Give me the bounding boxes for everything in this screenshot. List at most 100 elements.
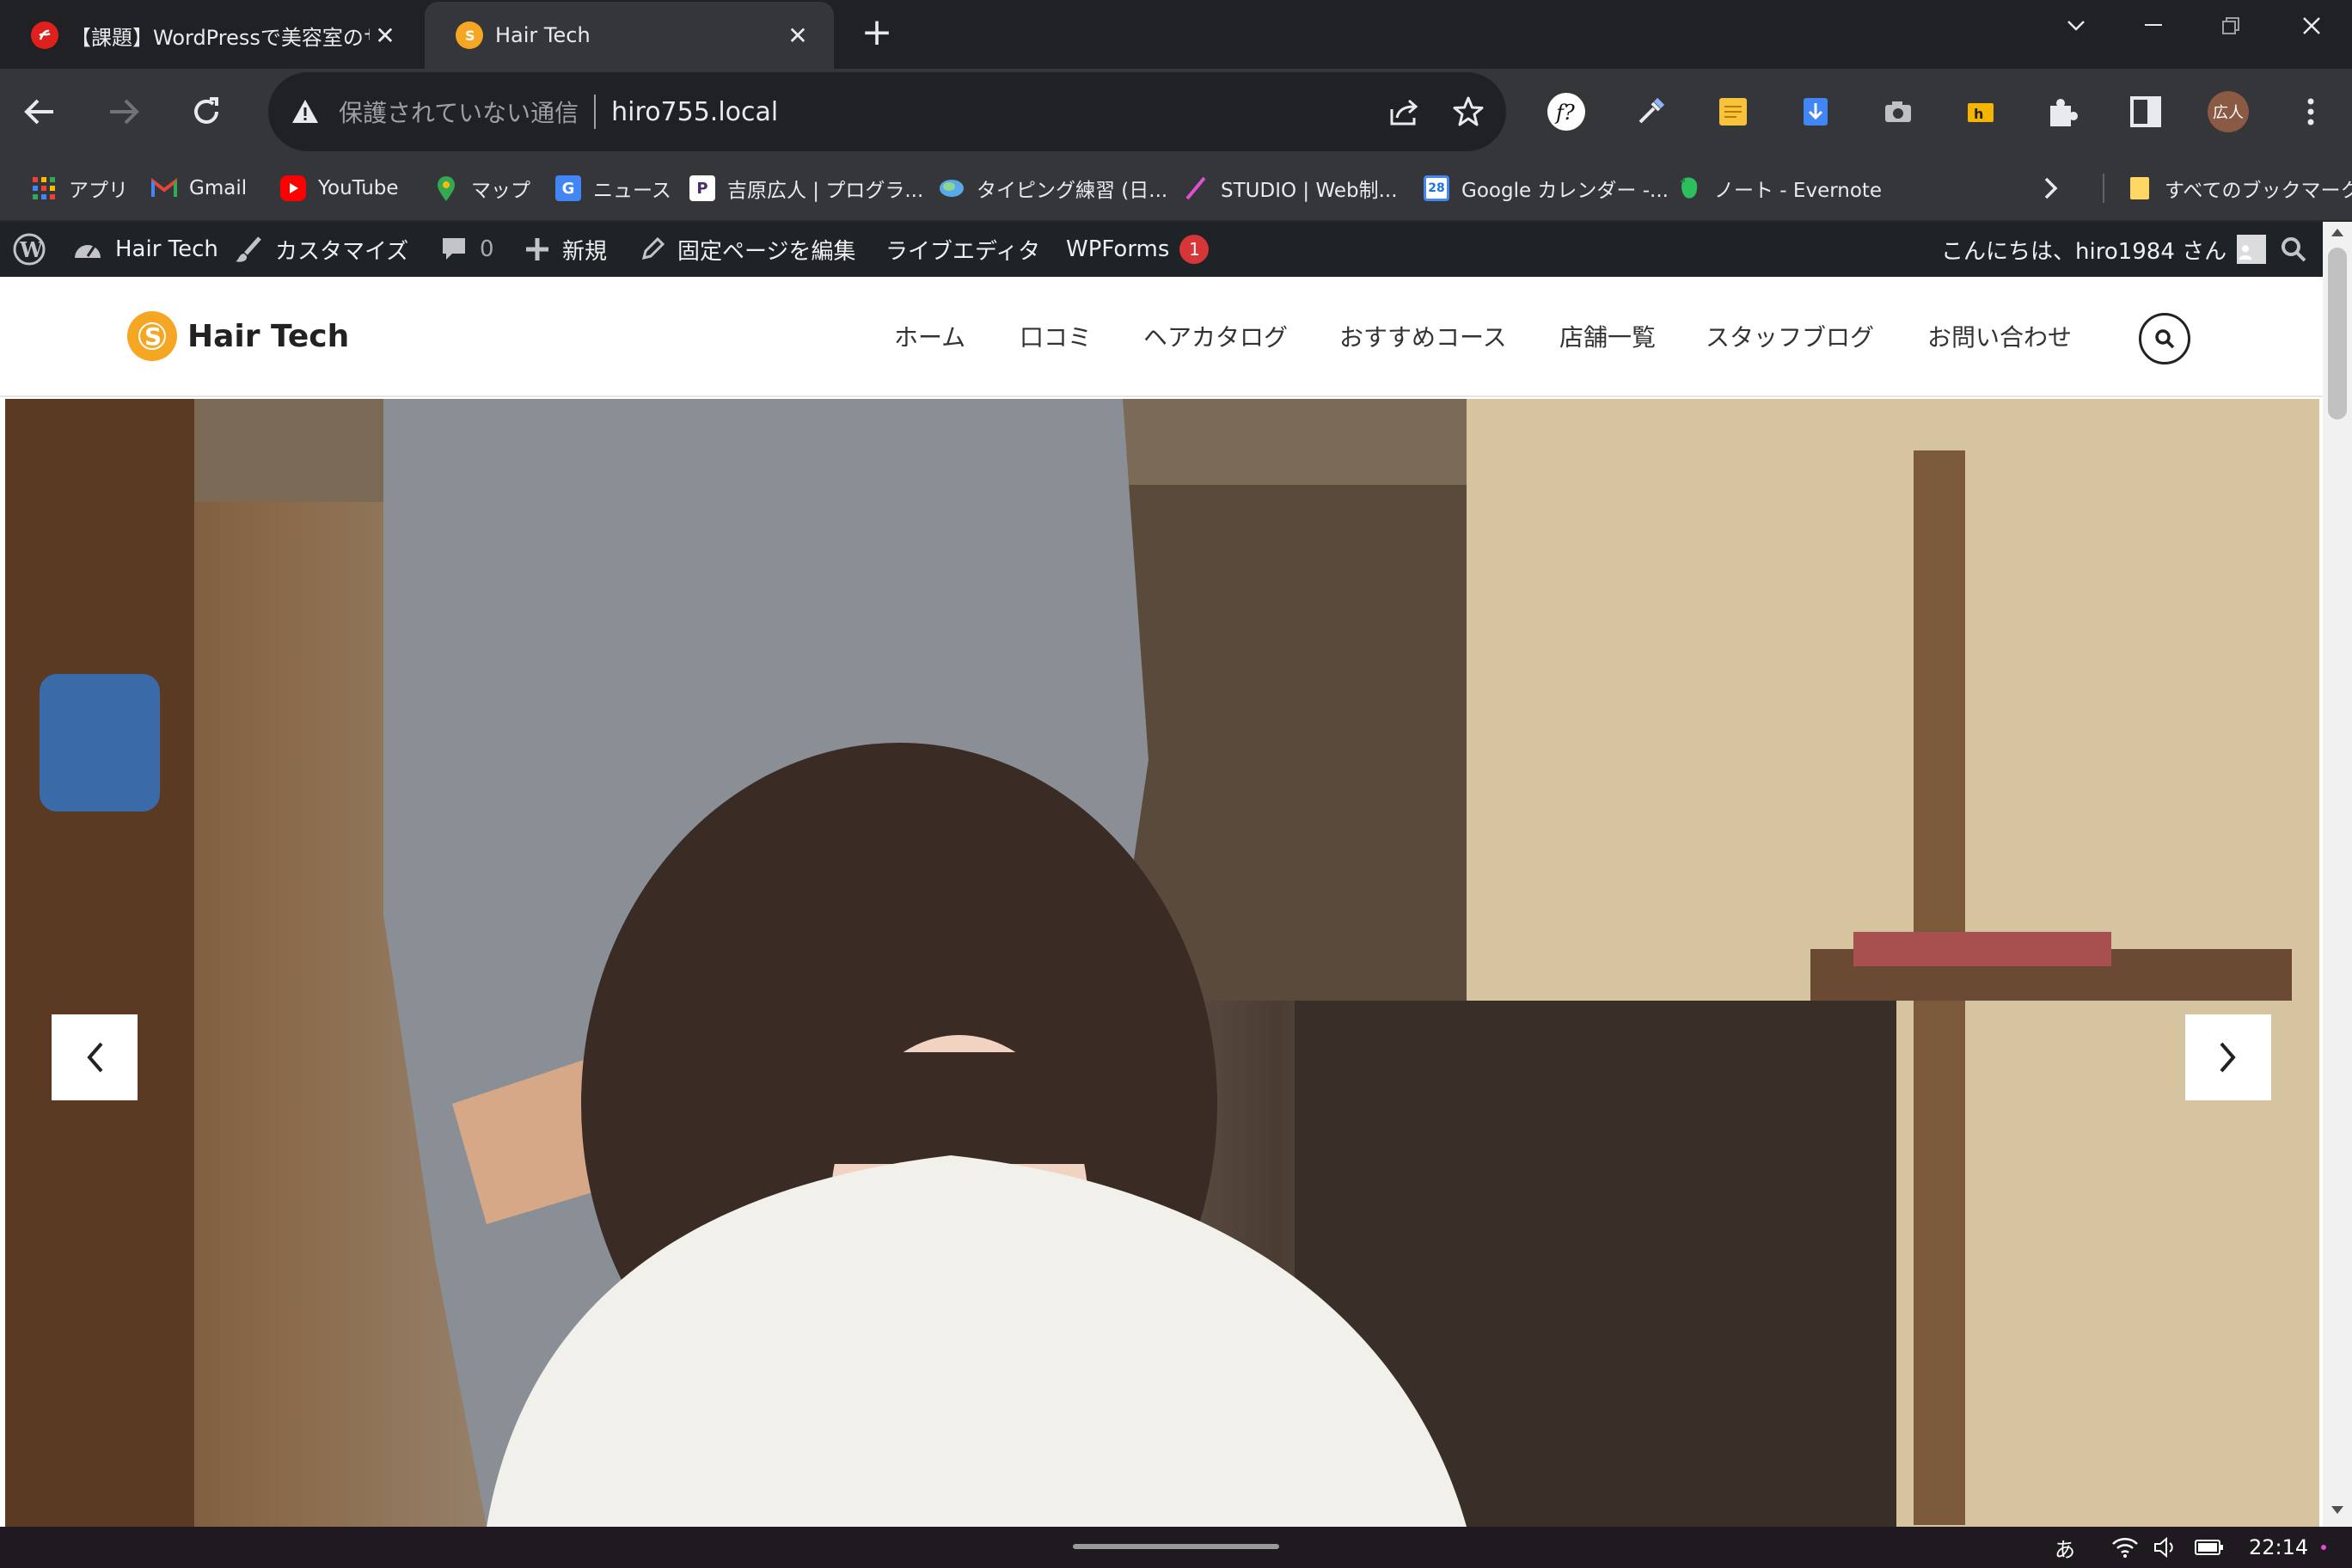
- warning-icon[interactable]: [291, 97, 320, 126]
- wordpress-logo-icon[interactable]: W: [12, 222, 58, 277]
- bookmark-typing[interactable]: タイピング練習 (日...: [939, 170, 1167, 206]
- hero-image: [5, 399, 2319, 1527]
- eyedropper-icon[interactable]: [1628, 89, 1673, 134]
- bookmark-youtube[interactable]: YouTube: [280, 170, 399, 206]
- scroll-up-arrow-icon[interactable]: [2331, 229, 2343, 236]
- arrow-left-icon: [24, 99, 53, 125]
- nav-contact[interactable]: お問い合わせ: [1927, 311, 2072, 361]
- battery-icon[interactable]: [2194, 1527, 2225, 1568]
- hero-slider: [5, 399, 2319, 1527]
- admin-live-editor-label: ライブエディタ: [885, 238, 1041, 265]
- notes-extension-icon[interactable]: [1711, 89, 1755, 134]
- url-text[interactable]: hiro755.local: [611, 97, 1379, 127]
- admin-site-name-label: Hair Tech: [115, 236, 218, 262]
- close-icon[interactable]: ✕: [782, 20, 813, 51]
- notification-dot-icon[interactable]: [2321, 1527, 2326, 1568]
- profile-avatar[interactable]: 広人: [2206, 89, 2251, 134]
- site-logo[interactable]: S Hair Tech: [127, 311, 349, 361]
- bookmark-progate[interactable]: P 吉原広人 | プログラ...: [689, 170, 923, 206]
- admin-comments[interactable]: 0: [440, 222, 494, 277]
- chevron-left-icon: [87, 1042, 103, 1073]
- tab-search-chevron-icon[interactable]: [2037, 0, 2115, 52]
- bookmark-star-button[interactable]: [1442, 86, 1494, 138]
- admin-site-name[interactable]: Hair Tech: [72, 222, 218, 277]
- minimize-button[interactable]: [2115, 0, 2192, 52]
- browser-toolbar: 保護されていない通信 hiro755.local f? h 広人: [0, 69, 2352, 155]
- camera-icon[interactable]: [1876, 89, 1920, 134]
- hairtech-logo-icon: S: [456, 21, 483, 49]
- page-viewport: W Hair Tech カスタマイズ 0 新規 固定ページを編集 ライブエディタ…: [0, 222, 2352, 1527]
- bookmark-label: タイピング練習 (日...: [977, 180, 1168, 202]
- admin-live-editor[interactable]: ライブエディタ: [885, 222, 1040, 277]
- bookmark-evernote[interactable]: ノート - Evernote: [1676, 170, 1882, 206]
- profile-label: 広人: [2208, 91, 2249, 132]
- scrollbar-thumb[interactable]: [2328, 248, 2347, 420]
- admin-search-icon[interactable]: [2280, 222, 2319, 277]
- ime-indicator[interactable]: あ: [2055, 1527, 2075, 1568]
- admin-customize[interactable]: カスタマイズ: [234, 222, 408, 277]
- font-identify-extension-icon[interactable]: f?: [1544, 89, 1589, 134]
- youtube-icon: [280, 175, 306, 201]
- forward-button[interactable]: [100, 88, 148, 136]
- back-button[interactable]: [15, 88, 64, 136]
- close-window-button[interactable]: [2273, 0, 2350, 52]
- slider-prev-button[interactable]: [52, 1014, 138, 1100]
- admin-greeting: こんにちは、hiro1984 さん: [1941, 238, 2227, 265]
- nav-staff-blog[interactable]: スタッフブログ: [1706, 311, 1874, 361]
- bookmark-label: 吉原広人 | プログラ...: [727, 180, 924, 202]
- svg-text:h: h: [1974, 106, 1983, 122]
- nav-recommended-course[interactable]: おすすめコース: [1339, 311, 1507, 361]
- new-tab-button[interactable]: +: [856, 14, 897, 55]
- p-icon: P: [689, 175, 715, 201]
- bookmark-maps[interactable]: マップ: [433, 170, 530, 206]
- site-search-button[interactable]: [2139, 313, 2190, 364]
- close-icon[interactable]: ✕: [370, 20, 401, 51]
- admin-wpforms[interactable]: WPForms 1: [1066, 222, 1210, 277]
- reload-button[interactable]: [182, 88, 230, 136]
- download-icon[interactable]: [1793, 89, 1838, 134]
- bookmark-news[interactable]: G ニュース: [555, 170, 671, 206]
- admin-edit-page-label: 固定ページを編集: [677, 238, 856, 265]
- arrow-right-icon: [110, 99, 139, 125]
- bookmark-label: Gmail: [189, 177, 248, 199]
- apps-grid-icon: [31, 175, 57, 201]
- all-bookmarks-folder[interactable]: すべてのブックマーク: [2127, 170, 2352, 206]
- extensions-puzzle-icon[interactable]: [2041, 89, 2086, 134]
- chevron-right-icon: [2220, 1042, 2236, 1073]
- gmail-icon: [151, 175, 177, 201]
- admin-account[interactable]: こんにちは、hiro1984 さん: [1941, 222, 2267, 277]
- side-panel-icon[interactable]: [2123, 89, 2168, 134]
- page-scrollbar[interactable]: [2323, 222, 2352, 1527]
- bookmark-google-calendar[interactable]: 28 Google カレンダー -...: [1424, 170, 1669, 206]
- chevron-right-icon: [2044, 177, 2058, 199]
- nav-home[interactable]: ホーム: [894, 311, 965, 361]
- plus-icon: [526, 238, 548, 260]
- site-logo-text: Hair Tech: [187, 318, 350, 354]
- nav-reviews[interactable]: 口コミ: [1020, 311, 1092, 361]
- admin-new[interactable]: 新規: [524, 222, 607, 277]
- nav-store-list[interactable]: 店舗一覧: [1559, 311, 1656, 361]
- slider-next-button[interactable]: [2185, 1014, 2271, 1100]
- tab-title: Hair Tech: [495, 23, 591, 47]
- bookmarks-overflow-button[interactable]: [2043, 170, 2060, 206]
- menu-kebab-icon[interactable]: [2288, 89, 2333, 134]
- bookmark-studio[interactable]: STUDIO | Web制...: [1183, 170, 1398, 206]
- folder-extension-icon[interactable]: h: [1958, 89, 2003, 134]
- tab-assignment[interactable]: 【課題】WordPressで美容室のサ ✕: [0, 2, 421, 69]
- admin-comments-count: 0: [480, 236, 494, 262]
- bookmark-apps[interactable]: アプリ: [31, 170, 128, 206]
- scroll-down-arrow-icon[interactable]: [2331, 1506, 2343, 1514]
- tab-hair-tech[interactable]: S Hair Tech ✕: [425, 2, 834, 69]
- nav-hair-catalog[interactable]: ヘアカタログ: [1143, 311, 1288, 361]
- restore-button[interactable]: [2192, 0, 2269, 52]
- volume-icon[interactable]: [2153, 1527, 2177, 1568]
- wifi-icon[interactable]: [2111, 1527, 2139, 1568]
- admin-edit-page[interactable]: 固定ページを編集: [640, 222, 855, 277]
- clock[interactable]: 22:14: [2249, 1527, 2308, 1568]
- bookmark-label: マップ: [471, 180, 530, 202]
- security-label[interactable]: 保護されていない通信: [339, 95, 579, 129]
- share-button[interactable]: [1379, 86, 1430, 138]
- bookmark-gmail[interactable]: Gmail: [151, 170, 247, 206]
- home-handle[interactable]: [1073, 1544, 1279, 1549]
- address-bar[interactable]: 保護されていない通信 hiro755.local: [268, 72, 1506, 151]
